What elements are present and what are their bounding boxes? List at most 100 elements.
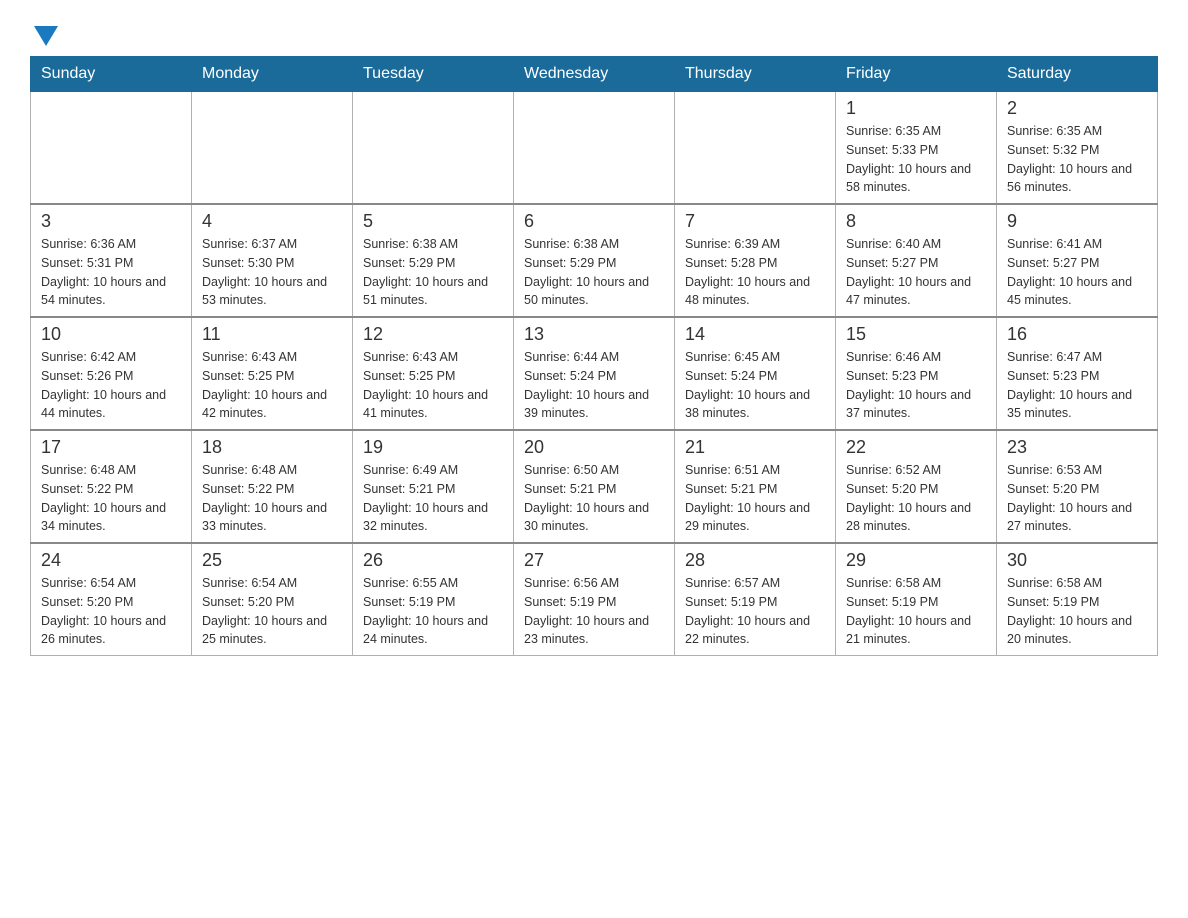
calendar-week-3: 10 Sunrise: 6:42 AMSunset: 5:26 PMDayligh…: [31, 317, 1158, 430]
day-number: 16: [1007, 324, 1147, 345]
calendar-cell: 14 Sunrise: 6:45 AMSunset: 5:24 PMDayligh…: [675, 317, 836, 430]
day-info: Sunrise: 6:51 AMSunset: 5:21 PMDaylight:…: [685, 461, 825, 536]
day-info: Sunrise: 6:46 AMSunset: 5:23 PMDaylight:…: [846, 348, 986, 423]
day-info: Sunrise: 6:48 AMSunset: 5:22 PMDaylight:…: [202, 461, 342, 536]
day-number: 19: [363, 437, 503, 458]
calendar-cell: 2 Sunrise: 6:35 AMSunset: 5:32 PMDaylight…: [997, 92, 1158, 205]
calendar-header: Sunday Monday Tuesday Wednesday Thursday…: [31, 57, 1158, 92]
day-info: Sunrise: 6:35 AMSunset: 5:32 PMDaylight:…: [1007, 122, 1147, 197]
day-info: Sunrise: 6:54 AMSunset: 5:20 PMDaylight:…: [41, 574, 181, 649]
day-number: 17: [41, 437, 181, 458]
calendar-cell: 3 Sunrise: 6:36 AMSunset: 5:31 PMDaylight…: [31, 204, 192, 317]
day-info: Sunrise: 6:58 AMSunset: 5:19 PMDaylight:…: [1007, 574, 1147, 649]
day-info: Sunrise: 6:35 AMSunset: 5:33 PMDaylight:…: [846, 122, 986, 197]
calendar-week-2: 3 Sunrise: 6:36 AMSunset: 5:31 PMDaylight…: [31, 204, 1158, 317]
day-info: Sunrise: 6:49 AMSunset: 5:21 PMDaylight:…: [363, 461, 503, 536]
header-thursday: Thursday: [675, 57, 836, 92]
calendar-cell: 22 Sunrise: 6:52 AMSunset: 5:20 PMDayligh…: [836, 430, 997, 543]
calendar-cell: 5 Sunrise: 6:38 AMSunset: 5:29 PMDaylight…: [353, 204, 514, 317]
calendar-cell: 21 Sunrise: 6:51 AMSunset: 5:21 PMDayligh…: [675, 430, 836, 543]
calendar-cell: 15 Sunrise: 6:46 AMSunset: 5:23 PMDayligh…: [836, 317, 997, 430]
day-number: 9: [1007, 211, 1147, 232]
day-number: 13: [524, 324, 664, 345]
day-number: 1: [846, 98, 986, 119]
header: [30, 20, 1158, 46]
day-info: Sunrise: 6:39 AMSunset: 5:28 PMDaylight:…: [685, 235, 825, 310]
calendar-cell: 18 Sunrise: 6:48 AMSunset: 5:22 PMDayligh…: [192, 430, 353, 543]
calendar-body: 1 Sunrise: 6:35 AMSunset: 5:33 PMDaylight…: [31, 92, 1158, 656]
day-number: 2: [1007, 98, 1147, 119]
day-info: Sunrise: 6:42 AMSunset: 5:26 PMDaylight:…: [41, 348, 181, 423]
day-info: Sunrise: 6:52 AMSunset: 5:20 PMDaylight:…: [846, 461, 986, 536]
calendar-table: Sunday Monday Tuesday Wednesday Thursday…: [30, 56, 1158, 656]
calendar-cell: 8 Sunrise: 6:40 AMSunset: 5:27 PMDaylight…: [836, 204, 997, 317]
day-number: 12: [363, 324, 503, 345]
weekday-row: Sunday Monday Tuesday Wednesday Thursday…: [31, 57, 1158, 92]
calendar-cell: 13 Sunrise: 6:44 AMSunset: 5:24 PMDayligh…: [514, 317, 675, 430]
day-number: 23: [1007, 437, 1147, 458]
day-number: 20: [524, 437, 664, 458]
day-info: Sunrise: 6:54 AMSunset: 5:20 PMDaylight:…: [202, 574, 342, 649]
day-number: 10: [41, 324, 181, 345]
calendar-cell: 1 Sunrise: 6:35 AMSunset: 5:33 PMDaylight…: [836, 92, 997, 205]
day-number: 11: [202, 324, 342, 345]
day-number: 18: [202, 437, 342, 458]
day-info: Sunrise: 6:50 AMSunset: 5:21 PMDaylight:…: [524, 461, 664, 536]
calendar-week-4: 17 Sunrise: 6:48 AMSunset: 5:22 PMDayligh…: [31, 430, 1158, 543]
day-info: Sunrise: 6:36 AMSunset: 5:31 PMDaylight:…: [41, 235, 181, 310]
day-number: 27: [524, 550, 664, 571]
day-number: 15: [846, 324, 986, 345]
day-info: Sunrise: 6:43 AMSunset: 5:25 PMDaylight:…: [363, 348, 503, 423]
header-saturday: Saturday: [997, 57, 1158, 92]
day-info: Sunrise: 6:37 AMSunset: 5:30 PMDaylight:…: [202, 235, 342, 310]
calendar-cell: [514, 92, 675, 205]
day-info: Sunrise: 6:40 AMSunset: 5:27 PMDaylight:…: [846, 235, 986, 310]
calendar-week-5: 24 Sunrise: 6:54 AMSunset: 5:20 PMDayligh…: [31, 543, 1158, 656]
logo: [30, 30, 58, 46]
calendar-cell: 23Sunrise: 6:53 AMSunset: 5:20 PMDayligh…: [997, 430, 1158, 543]
calendar-cell: 30Sunrise: 6:58 AMSunset: 5:19 PMDayligh…: [997, 543, 1158, 656]
day-number: 24: [41, 550, 181, 571]
calendar-cell: 19 Sunrise: 6:49 AMSunset: 5:21 PMDayligh…: [353, 430, 514, 543]
calendar-cell: 29 Sunrise: 6:58 AMSunset: 5:19 PMDayligh…: [836, 543, 997, 656]
calendar-cell: 27 Sunrise: 6:56 AMSunset: 5:19 PMDayligh…: [514, 543, 675, 656]
day-info: Sunrise: 6:43 AMSunset: 5:25 PMDaylight:…: [202, 348, 342, 423]
calendar-cell: 16Sunrise: 6:47 AMSunset: 5:23 PMDayligh…: [997, 317, 1158, 430]
header-monday: Monday: [192, 57, 353, 92]
header-wednesday: Wednesday: [514, 57, 675, 92]
calendar-cell: 7 Sunrise: 6:39 AMSunset: 5:28 PMDaylight…: [675, 204, 836, 317]
calendar-cell: 4 Sunrise: 6:37 AMSunset: 5:30 PMDaylight…: [192, 204, 353, 317]
day-number: 7: [685, 211, 825, 232]
calendar-cell: 20 Sunrise: 6:50 AMSunset: 5:21 PMDayligh…: [514, 430, 675, 543]
day-number: 28: [685, 550, 825, 571]
day-number: 4: [202, 211, 342, 232]
calendar-cell: 26Sunrise: 6:55 AMSunset: 5:19 PMDayligh…: [353, 543, 514, 656]
day-info: Sunrise: 6:56 AMSunset: 5:19 PMDaylight:…: [524, 574, 664, 649]
header-sunday: Sunday: [31, 57, 192, 92]
day-number: 26: [363, 550, 503, 571]
logo-icon: [30, 30, 58, 46]
day-info: Sunrise: 6:57 AMSunset: 5:19 PMDaylight:…: [685, 574, 825, 649]
day-number: 8: [846, 211, 986, 232]
day-info: Sunrise: 6:44 AMSunset: 5:24 PMDaylight:…: [524, 348, 664, 423]
day-number: 29: [846, 550, 986, 571]
day-info: Sunrise: 6:38 AMSunset: 5:29 PMDaylight:…: [524, 235, 664, 310]
day-info: Sunrise: 6:58 AMSunset: 5:19 PMDaylight:…: [846, 574, 986, 649]
day-number: 22: [846, 437, 986, 458]
calendar-cell: 28 Sunrise: 6:57 AMSunset: 5:19 PMDayligh…: [675, 543, 836, 656]
calendar-cell: 24 Sunrise: 6:54 AMSunset: 5:20 PMDayligh…: [31, 543, 192, 656]
day-number: 21: [685, 437, 825, 458]
calendar-cell: 10 Sunrise: 6:42 AMSunset: 5:26 PMDayligh…: [31, 317, 192, 430]
calendar-cell: [675, 92, 836, 205]
day-info: Sunrise: 6:45 AMSunset: 5:24 PMDaylight:…: [685, 348, 825, 423]
day-number: 25: [202, 550, 342, 571]
day-number: 3: [41, 211, 181, 232]
day-number: 14: [685, 324, 825, 345]
day-number: 6: [524, 211, 664, 232]
calendar-cell: [192, 92, 353, 205]
day-number: 5: [363, 211, 503, 232]
calendar-cell: 9Sunrise: 6:41 AMSunset: 5:27 PMDaylight…: [997, 204, 1158, 317]
calendar-cell: 11 Sunrise: 6:43 AMSunset: 5:25 PMDayligh…: [192, 317, 353, 430]
header-friday: Friday: [836, 57, 997, 92]
day-info: Sunrise: 6:38 AMSunset: 5:29 PMDaylight:…: [363, 235, 503, 310]
